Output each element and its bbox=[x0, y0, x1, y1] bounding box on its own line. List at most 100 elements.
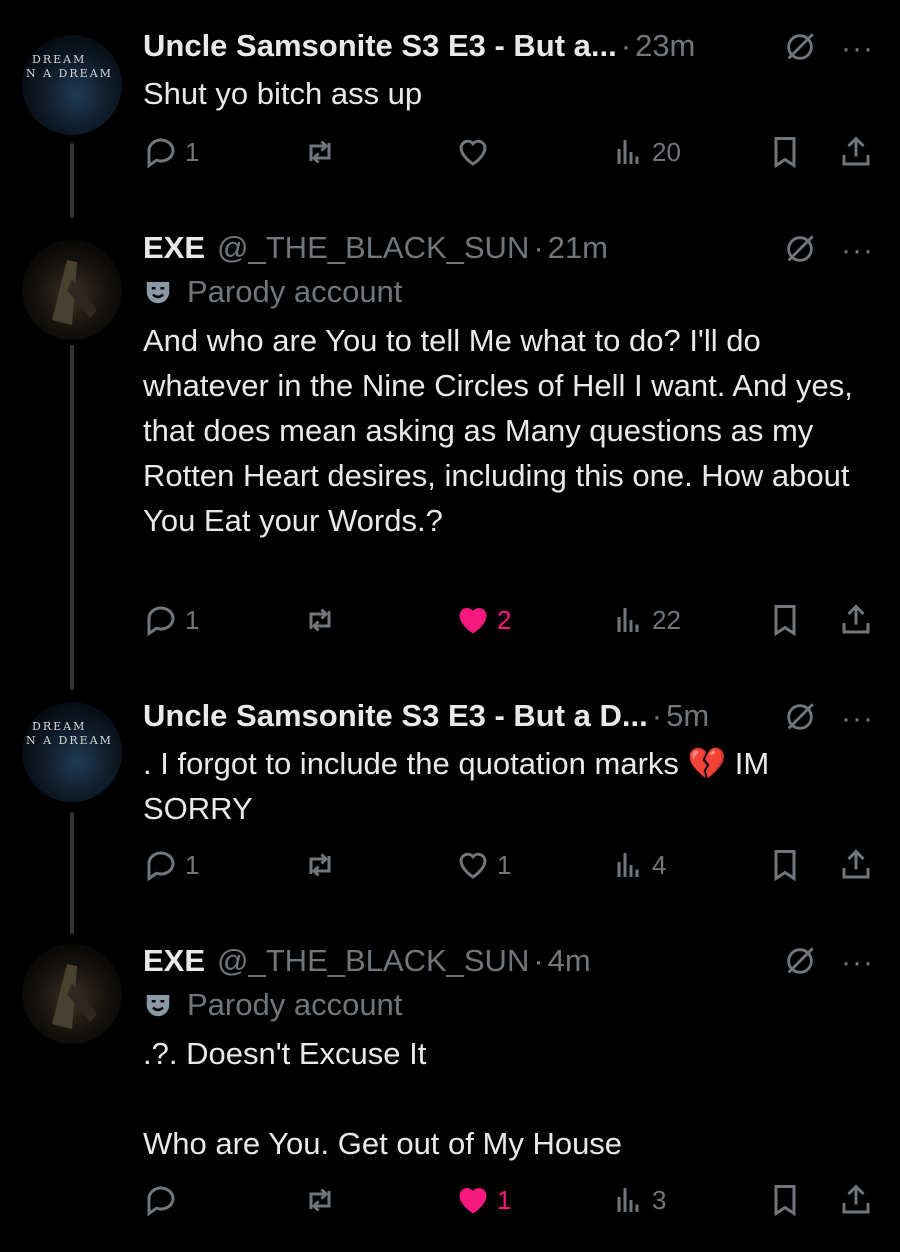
bookmark-icon bbox=[774, 137, 796, 169]
avatar[interactable]: DREAM N A DREAM bbox=[22, 35, 122, 135]
author-name[interactable]: Uncle Samsonite S3 E3 - But a D... bbox=[143, 698, 648, 734]
repost-button[interactable] bbox=[302, 602, 344, 638]
grok-icon[interactable] bbox=[783, 700, 817, 734]
parody-mask-icon bbox=[146, 282, 170, 304]
avatar-logo-text: N A DREAM bbox=[26, 67, 113, 80]
separator-dot: · bbox=[651, 698, 663, 733]
reply-button[interactable]: 1 bbox=[143, 602, 199, 638]
share-button[interactable] bbox=[838, 1182, 874, 1218]
share-icon bbox=[842, 604, 870, 634]
reply-count: 1 bbox=[185, 849, 200, 880]
views-button[interactable]: 3 bbox=[610, 1182, 666, 1218]
reply-icon bbox=[147, 606, 175, 637]
tweet-text: . I forgot to include the quotation mark… bbox=[143, 746, 778, 826]
share-button[interactable] bbox=[838, 134, 874, 170]
heart-icon bbox=[459, 1188, 487, 1214]
reply-button[interactable]: 1 bbox=[143, 847, 199, 883]
more-icon[interactable]: ··· bbox=[841, 34, 874, 64]
views-button[interactable]: 4 bbox=[610, 847, 666, 883]
views-count: 20 bbox=[652, 136, 681, 167]
views-count: 4 bbox=[652, 849, 667, 880]
reply-icon bbox=[147, 138, 175, 169]
tweet[interactable]: DREAM N A DREAM Uncle Samsonite S3 E3 - … bbox=[0, 680, 900, 930]
bookmark-icon bbox=[774, 1185, 796, 1217]
action-bar: 1 2 22 bbox=[0, 602, 900, 642]
repost-button[interactable] bbox=[302, 847, 344, 883]
parody-text: Parody account bbox=[187, 274, 403, 309]
share-icon bbox=[842, 1184, 870, 1214]
reply-button[interactable]: 1 bbox=[143, 134, 199, 170]
like-button[interactable] bbox=[455, 134, 497, 170]
share-button[interactable] bbox=[838, 847, 874, 883]
timestamp[interactable]: 21m bbox=[548, 230, 608, 266]
grok-icon[interactable] bbox=[783, 30, 817, 64]
reply-button[interactable] bbox=[143, 1182, 185, 1218]
parody-mask-icon bbox=[146, 995, 170, 1017]
share-button[interactable] bbox=[838, 602, 874, 638]
grok-icon[interactable] bbox=[783, 944, 817, 978]
author-name[interactable]: Uncle Samsonite S3 E3 - But a... bbox=[143, 28, 617, 64]
more-icon[interactable]: ··· bbox=[841, 704, 874, 734]
bookmark-icon bbox=[774, 605, 796, 637]
action-bar: 1 1 4 bbox=[0, 847, 900, 887]
bookmark-icon bbox=[774, 850, 796, 882]
reply-icon bbox=[147, 1186, 175, 1217]
more-icon[interactable]: ··· bbox=[841, 948, 874, 978]
views-button[interactable]: 20 bbox=[610, 134, 681, 170]
tweet[interactable]: DREAM N A DREAM Uncle Samsonite S3 E3 - … bbox=[0, 0, 900, 210]
separator-dot: · bbox=[533, 230, 544, 265]
share-icon bbox=[842, 849, 870, 879]
views-button[interactable]: 22 bbox=[610, 602, 681, 638]
parody-label: Parody account bbox=[143, 987, 402, 1023]
author-handle[interactable]: @_THE_BLACK_SUN bbox=[217, 943, 529, 979]
views-icon bbox=[617, 853, 639, 877]
repost-icon bbox=[309, 853, 331, 877]
repost-icon bbox=[309, 1188, 331, 1212]
tweet-text: Shut yo bitch ass up bbox=[143, 76, 423, 111]
repost-button[interactable] bbox=[302, 134, 344, 170]
bookmark-button[interactable] bbox=[767, 847, 803, 883]
separator-dot: · bbox=[533, 943, 544, 978]
grok-icon[interactable] bbox=[783, 232, 817, 266]
reply-icon bbox=[147, 851, 175, 882]
like-button[interactable]: 1 bbox=[455, 1182, 511, 1218]
more-icon[interactable]: ··· bbox=[841, 236, 874, 266]
author-name[interactable]: EXE bbox=[143, 230, 205, 266]
bookmark-button[interactable] bbox=[767, 1182, 803, 1218]
avatar[interactable]: DREAM N A DREAM bbox=[22, 702, 122, 802]
avatar-logo-text: DREAM bbox=[32, 720, 87, 733]
repost-icon bbox=[309, 608, 331, 632]
avatar[interactable] bbox=[22, 240, 122, 340]
like-count: 1 bbox=[497, 1184, 512, 1215]
reply-count: 1 bbox=[185, 136, 200, 167]
like-button[interactable]: 2 bbox=[455, 602, 511, 638]
action-bar: 1 3 bbox=[0, 1182, 900, 1222]
heart-icon bbox=[459, 852, 487, 879]
like-count: 2 bbox=[497, 604, 512, 635]
bookmark-button[interactable] bbox=[767, 602, 803, 638]
author-name[interactable]: EXE bbox=[143, 943, 205, 979]
tweet[interactable]: EXE @_THE_BLACK_SUN · 4m ··· Parody acco… bbox=[0, 930, 900, 1252]
views-count: 22 bbox=[652, 604, 681, 635]
repost-button[interactable] bbox=[302, 1182, 344, 1218]
timestamp[interactable]: 4m bbox=[548, 943, 591, 979]
parody-text: Parody account bbox=[187, 987, 403, 1022]
views-count: 3 bbox=[652, 1184, 667, 1215]
like-count: 1 bbox=[497, 849, 512, 880]
heart-icon bbox=[459, 139, 487, 166]
tweet[interactable]: EXE @_THE_BLACK_SUN · 21m ··· Parody acc… bbox=[0, 210, 900, 680]
timestamp[interactable]: 23m bbox=[635, 28, 695, 64]
avatar-logo-text: N A DREAM bbox=[26, 734, 113, 747]
author-handle[interactable]: @_THE_BLACK_SUN bbox=[217, 230, 529, 266]
heart-icon bbox=[459, 608, 487, 634]
views-icon bbox=[617, 1188, 639, 1212]
parody-label: Parody account bbox=[143, 274, 402, 310]
tweet-text: .?. Doesn't Excuse It Who are You. Get o… bbox=[143, 1036, 623, 1161]
separator-dot: · bbox=[620, 28, 632, 63]
timestamp[interactable]: 5m bbox=[666, 698, 709, 734]
like-button[interactable]: 1 bbox=[455, 847, 511, 883]
views-icon bbox=[617, 608, 639, 632]
bookmark-button[interactable] bbox=[767, 134, 803, 170]
avatar-logo-text: DREAM bbox=[32, 53, 87, 66]
avatar[interactable] bbox=[22, 944, 122, 1044]
